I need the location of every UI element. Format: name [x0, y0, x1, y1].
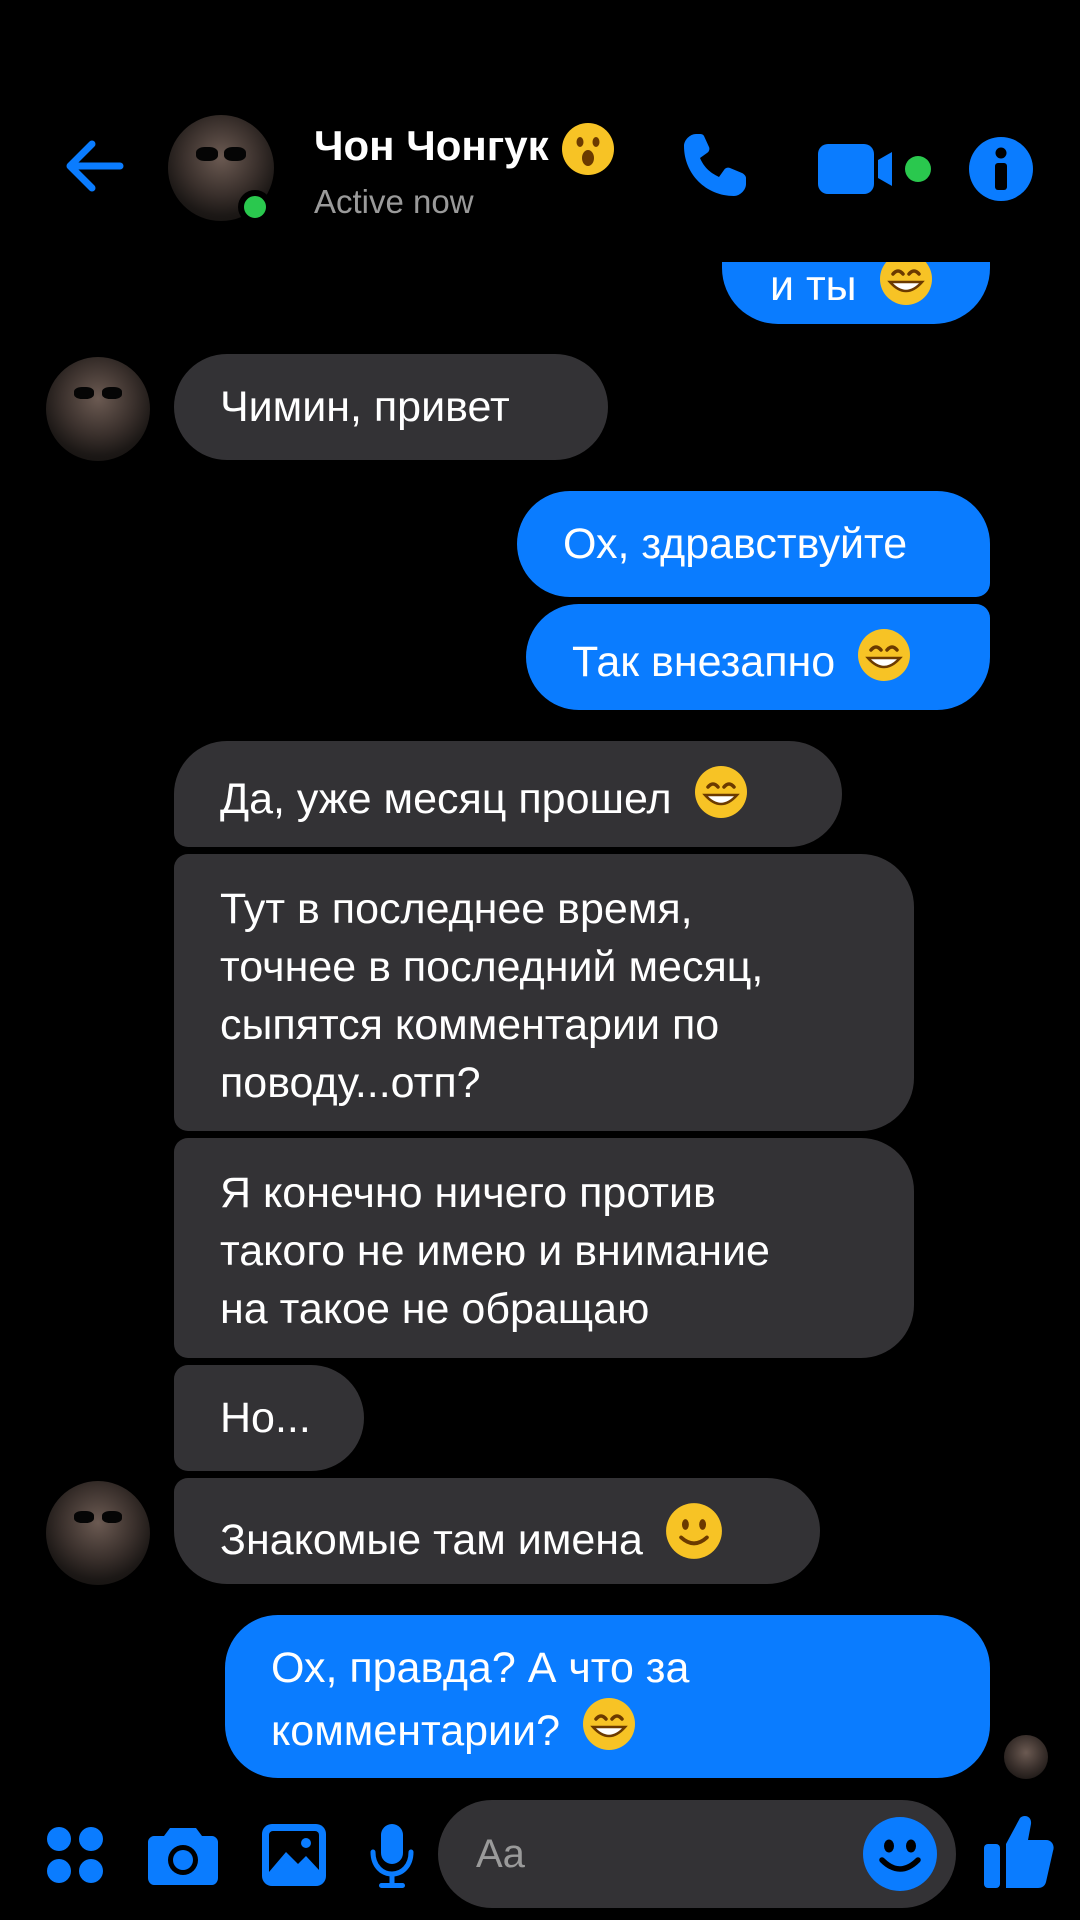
message-bubble-incoming[interactable]: Чимин, привет	[174, 354, 608, 460]
slightly-smiling-face-icon	[665, 1503, 722, 1559]
thumbs-up-icon[interactable]	[984, 1814, 1054, 1890]
message-bubble-incoming[interactable]: Знакомые там имена	[174, 1478, 820, 1584]
gallery-icon[interactable]	[262, 1824, 326, 1886]
message-line: Ох, правда? А что за	[271, 1644, 690, 1692]
message-bubble-outgoing[interactable]: Так внезапно	[526, 604, 990, 710]
contact-name[interactable]: Чон Чонгук	[314, 122, 615, 176]
contact-status: Active now	[314, 183, 474, 220]
message-line: комментарии?	[271, 1707, 560, 1755]
message-bubble-incoming[interactable]: Я конечно ничего против такого не имею и…	[174, 1138, 914, 1358]
message-line: Тут в последнее время,	[220, 885, 693, 933]
message-bubble-incoming[interactable]: Да, уже месяц прошел	[174, 741, 842, 847]
message-line: сыпятся комментарии по	[220, 1001, 720, 1049]
message-line: точнее в последний месяц,	[220, 943, 764, 991]
message-bubble-outgoing[interactable]: Ох, правда? А что за комментарии?	[225, 1615, 990, 1778]
message-composer	[0, 1782, 1080, 1920]
video-call-icon[interactable]	[818, 140, 936, 198]
info-icon[interactable]	[968, 136, 1034, 202]
conversation-header: Чон Чонгук Active now	[0, 0, 1080, 262]
contact-avatar[interactable]	[46, 1481, 150, 1585]
camera-icon[interactable]	[148, 1822, 218, 1886]
grinning-face-icon	[582, 1698, 635, 1750]
online-status-indicator	[238, 190, 272, 224]
message-line: Я конечно ничего против	[220, 1169, 716, 1217]
message-bubble-incoming[interactable]: Но...	[174, 1365, 364, 1471]
back-arrow-icon[interactable]	[58, 130, 130, 202]
contact-avatar[interactable]	[46, 357, 150, 461]
message-line: поводу...отп?	[220, 1059, 481, 1107]
message-bubble-incoming[interactable]: Тут в последнее время, точнее в последни…	[174, 854, 914, 1131]
microphone-icon[interactable]	[370, 1824, 414, 1890]
message-line: такого не имею и внимание	[220, 1227, 770, 1275]
message-bubble-outgoing[interactable]: Ох, здравствуйте	[517, 491, 990, 597]
grinning-face-icon	[694, 766, 747, 818]
emoji-picker-icon[interactable]	[862, 1816, 938, 1892]
more-actions-icon[interactable]	[46, 1826, 104, 1884]
hushed-face-icon	[561, 123, 614, 175]
message-line: на такое не обращаю	[220, 1285, 650, 1333]
grinning-face-icon	[858, 629, 911, 681]
seen-receipt-avatar	[1004, 1735, 1048, 1779]
phone-call-icon[interactable]	[676, 128, 752, 204]
